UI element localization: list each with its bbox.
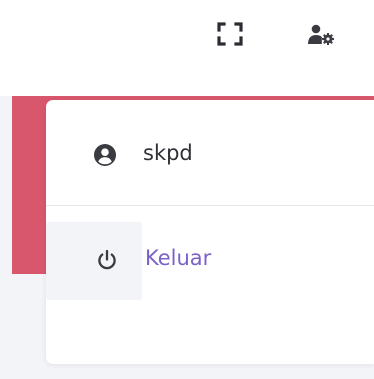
top-navbar (0, 0, 374, 96)
power-icon (98, 249, 116, 270)
user-dropdown-menu: skpd Keluar (46, 100, 374, 364)
user-circle-icon (94, 144, 116, 166)
fullscreen-button[interactable] (214, 18, 246, 50)
account-settings-button[interactable] (306, 20, 338, 50)
username: skpd (143, 141, 193, 165)
user-info: skpd (46, 100, 374, 206)
menu-item-hover-bg (46, 222, 142, 300)
logout-menu-item[interactable]: Keluar (46, 222, 374, 300)
fullscreen-icon (217, 22, 243, 46)
logout-label: Keluar (145, 246, 212, 270)
user-cog-icon (308, 24, 334, 45)
